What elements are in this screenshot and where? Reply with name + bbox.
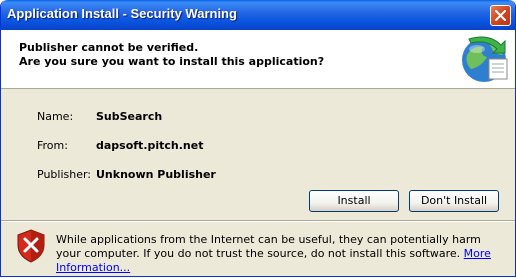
warning-message: While applications from the Internet can… — [56, 233, 506, 275]
header-panel: Publisher cannot be verified. Are you su… — [1, 30, 515, 89]
close-icon — [495, 10, 506, 21]
install-button[interactable]: Install — [309, 190, 399, 212]
dont-install-button[interactable]: Don't Install — [409, 190, 499, 212]
window-title: Application Install - Security Warning — [7, 6, 237, 21]
from-label: From: — [37, 139, 68, 152]
from-value: dapsoft.pitch.net — [96, 139, 204, 152]
globe-arrow-icon — [462, 36, 508, 82]
security-warning-dialog: Application Install - Security Warning P… — [0, 0, 516, 277]
header-line-2: Are you sure you want to install this ap… — [19, 55, 325, 68]
title-bar[interactable]: Application Install - Security Warning — [1, 0, 515, 30]
warning-text: While applications from the Internet can… — [56, 233, 481, 260]
shield-warning-icon — [17, 229, 45, 263]
publisher-value: Unknown Publisher — [96, 168, 216, 181]
divider — [1, 220, 515, 222]
name-label: Name: — [37, 110, 74, 123]
publisher-label: Publisher: — [37, 168, 92, 181]
header-line-1: Publisher cannot be verified. — [19, 41, 199, 54]
close-button[interactable] — [490, 5, 511, 26]
name-value: SubSearch — [96, 110, 163, 123]
